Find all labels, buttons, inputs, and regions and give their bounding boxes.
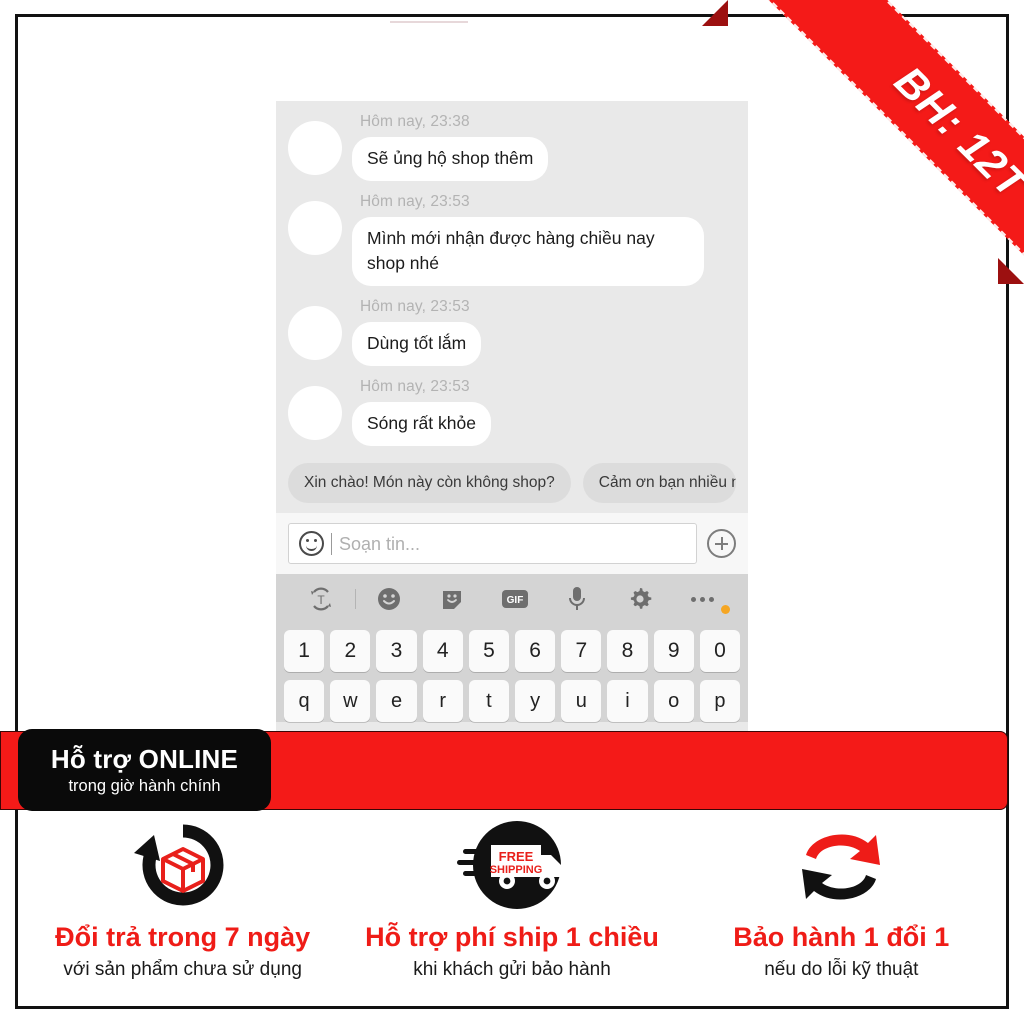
online-support-title: Hỗ trợ ONLINE — [50, 744, 239, 774]
key[interactable]: u — [561, 680, 602, 722]
free-shipping-truck-icon: FREE SHIPPING — [447, 818, 577, 916]
avatar — [288, 306, 342, 360]
message-timestamp: Hôm nay, 23:53 — [360, 298, 470, 315]
key[interactable]: i — [607, 680, 648, 722]
keyboard-letter-row: q w e r t y u i o p — [284, 680, 741, 722]
quick-reply-chips: Xin chào! Món này còn không shop? Cảm ơn… — [276, 454, 748, 513]
message-bubble: Dùng tốt lắm — [345, 322, 482, 366]
product-promo-image: Hôm nay, 23:38 Sẽ ủng hộ shop thêm Hôm n… — [0, 0, 1024, 1024]
svg-text:SHIPPING: SHIPPING — [490, 864, 543, 876]
message-list: Hôm nay, 23:38 Sẽ ủng hộ shop thêm Hôm n… — [276, 101, 748, 446]
key[interactable]: 8 — [607, 630, 648, 672]
message-row: Hôm nay, 23:53 Dùng tốt lắm — [276, 294, 748, 366]
composer-placeholder: Soạn tin... — [339, 533, 421, 554]
text-caret — [331, 532, 332, 555]
bubble-wrap: Dùng tốt lắm — [345, 322, 482, 366]
message-bubble: Mình mới nhận được hàng chiều nay shop n… — [346, 217, 704, 286]
online-support-badge: Hỗ trợ ONLINE trong giờ hành chính — [18, 729, 271, 811]
key[interactable]: 0 — [699, 630, 741, 672]
feature-title: Hỗ trợ phí ship 1 chiều — [365, 922, 659, 952]
feature-title: Bảo hành 1 đổi 1 — [733, 922, 950, 952]
quick-reply-chip[interactable]: Xin chào! Món này còn không shop? — [288, 463, 571, 503]
avatar — [288, 386, 342, 440]
svg-text:GIF: GIF — [506, 595, 523, 606]
message-composer: Soạn tin... — [276, 513, 748, 574]
keyboard-toolbar: T GIF — [276, 574, 748, 624]
gif-icon[interactable]: GIF — [483, 587, 546, 611]
key[interactable]: p — [699, 680, 741, 722]
key[interactable]: 7 — [561, 630, 602, 672]
key[interactable]: q — [284, 680, 325, 722]
key[interactable]: 3 — [376, 630, 417, 672]
smiley-icon[interactable] — [299, 531, 324, 556]
avatar — [288, 201, 342, 255]
ribbon-fold-top — [702, 0, 728, 26]
bubble-wrap: Sẽ ủng hộ shop thêm — [345, 137, 549, 181]
feature-subtitle: với sản phẩm chưa sử dụng — [63, 959, 302, 980]
message-row: Hôm nay, 23:53 Sóng rất khỏe — [276, 374, 748, 446]
key[interactable]: 1 — [284, 630, 325, 672]
message-row: Hôm nay, 23:38 Sẽ ủng hộ shop thêm — [276, 109, 748, 181]
feature-warranty-exchange: Bảo hành 1 đổi 1 nếu do lỗi kỹ thuật — [677, 818, 1006, 1004]
online-support-subtitle: trong giờ hành chính — [68, 777, 221, 795]
exchange-arrows-icon — [786, 818, 896, 916]
message-timestamp: Hôm nay, 23:38 — [360, 113, 470, 130]
messenger-chat-panel: Hôm nay, 23:38 Sẽ ủng hộ shop thêm Hôm n… — [276, 101, 748, 732]
top-hairline — [390, 21, 468, 23]
message-bubble: Sẽ ủng hộ shop thêm — [345, 137, 549, 181]
translate-icon[interactable]: T — [290, 586, 353, 612]
settings-gear-icon[interactable] — [609, 586, 672, 612]
message-bubble: Sóng rất khỏe — [346, 402, 491, 446]
dots-glyph — [691, 596, 715, 602]
feature-subtitle: khi khách gửi bảo hành — [413, 959, 611, 980]
key[interactable]: t — [468, 680, 510, 722]
emoji-icon[interactable] — [358, 586, 421, 612]
message-row: Hôm nay, 23:53 Mình mới nhận được hàng c… — [276, 189, 748, 286]
feature-strip: Đổi trả trong 7 ngày với sản phẩm chưa s… — [18, 818, 1006, 1004]
key[interactable]: r — [422, 680, 463, 722]
quick-reply-chip[interactable]: Cảm ơn bạn nhiều nhé! — [582, 463, 736, 503]
key[interactable]: 2 — [330, 630, 371, 672]
message-timestamp: Hôm nay, 23:53 — [360, 378, 470, 395]
bubble-wrap: Sóng rất khỏe — [346, 402, 491, 446]
microphone-icon[interactable] — [546, 585, 609, 613]
message-timestamp: Hôm nay, 23:53 — [360, 193, 470, 210]
key[interactable]: 5 — [468, 630, 510, 672]
toolbar-divider — [354, 589, 356, 609]
key[interactable]: y — [515, 680, 556, 722]
feature-free-shipping: FREE SHIPPING Hỗ trợ phí ship 1 chiều kh… — [347, 818, 676, 1004]
key[interactable]: 4 — [422, 630, 463, 672]
keyboard-keys: 1 2 3 4 5 6 7 8 9 0 q w e r t y u i o p — [276, 624, 748, 722]
feature-subtitle: nếu do lỗi kỹ thuật — [764, 959, 919, 980]
more-options-icon[interactable] — [671, 596, 734, 614]
key[interactable]: w — [330, 680, 371, 722]
return-box-icon — [124, 818, 242, 916]
svg-text:T: T — [318, 593, 326, 607]
avatar — [288, 121, 342, 175]
plus-circle-icon[interactable] — [707, 529, 736, 558]
key[interactable]: o — [653, 680, 694, 722]
notification-dot — [721, 604, 731, 614]
feature-title: Đổi trả trong 7 ngày — [55, 922, 311, 952]
sticker-icon[interactable] — [420, 586, 483, 612]
feature-return-policy: Đổi trả trong 7 ngày với sản phẩm chưa s… — [18, 818, 347, 1004]
keyboard-number-row: 1 2 3 4 5 6 7 8 9 0 — [284, 630, 741, 672]
message-input[interactable]: Soạn tin... — [288, 523, 697, 564]
key[interactable]: 6 — [515, 630, 556, 672]
key[interactable]: 9 — [653, 630, 694, 672]
ribbon-fold-bottom — [998, 258, 1024, 284]
bubble-wrap: Mình mới nhận được hàng chiều nay shop n… — [346, 217, 704, 286]
svg-text:FREE: FREE — [499, 849, 534, 864]
key[interactable]: e — [376, 680, 417, 722]
